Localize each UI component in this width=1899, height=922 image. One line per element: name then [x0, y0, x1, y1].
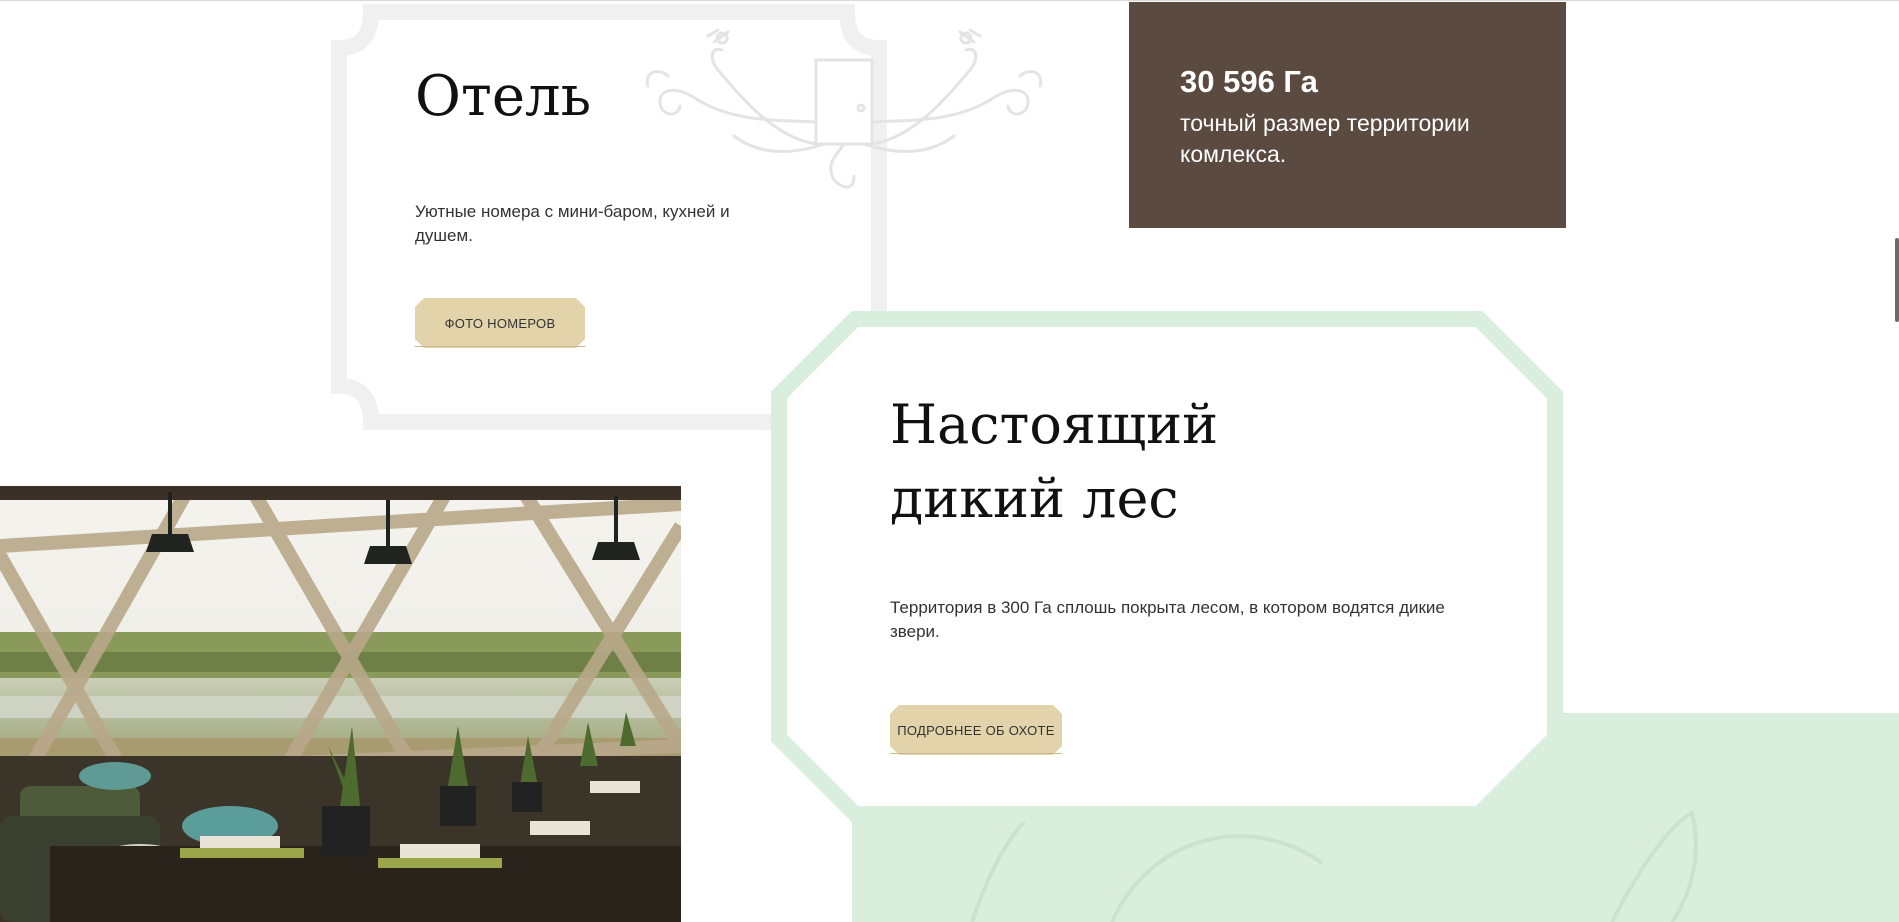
room-photos-button-underline: [415, 346, 585, 347]
restaurant-photo: [0, 486, 681, 922]
hotel-description: Уютные номера с мини-баром, кухней и душ…: [415, 202, 730, 245]
forest-title: Настоящий дикий лес: [890, 393, 1219, 530]
door-ornament-icon: [645, 28, 1043, 189]
hunting-details-button-underline: [890, 753, 1062, 754]
room-photos-button[interactable]: ФОТО НОМЕРОВ: [415, 298, 585, 348]
forest-description: Территория в 300 Га сплошь покрыта лесом…: [890, 598, 1445, 641]
territory-stat-number: 30 596 Га: [1180, 64, 1318, 99]
top-divider: [0, 0, 1899, 1]
hunting-details-button[interactable]: ПОДРОБНЕЕ ОБ ОХОТЕ: [890, 705, 1062, 755]
scrollbar-thumb[interactable]: [1895, 238, 1899, 322]
territory-stat-label: точный размер территории комлекса.: [1180, 110, 1470, 167]
hotel-title: Отель: [415, 64, 592, 129]
